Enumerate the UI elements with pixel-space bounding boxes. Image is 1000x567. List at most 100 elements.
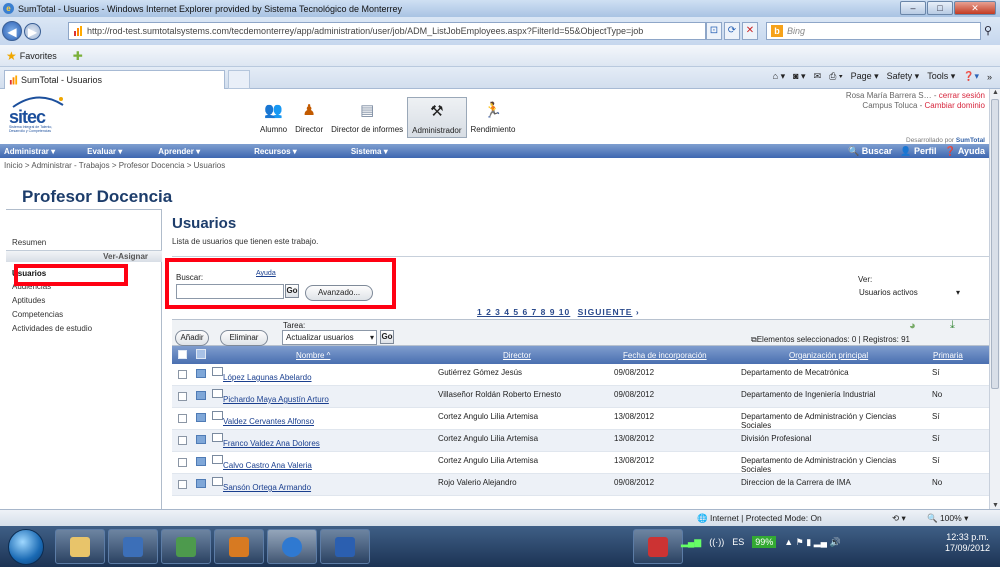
- profile-card-icon[interactable]: [196, 391, 206, 400]
- menu-evaluar[interactable]: Evaluar ▾: [87, 147, 122, 156]
- user-name-link[interactable]: López Lagunas Abelardo: [223, 373, 312, 382]
- menu-recursos[interactable]: Recursos ▾: [254, 147, 297, 156]
- close-button[interactable]: ✕: [954, 1, 996, 15]
- taskbar-powerpoint[interactable]: [214, 529, 264, 564]
- taskbar-explorer[interactable]: [55, 529, 105, 564]
- row-checkbox[interactable]: [178, 436, 187, 445]
- row-checkbox[interactable]: [178, 414, 187, 423]
- col-organizacion[interactable]: Organización principal: [789, 351, 868, 360]
- email-icon[interactable]: [212, 455, 223, 464]
- delete-button[interactable]: Eliminar: [220, 330, 268, 346]
- profile-card-icon[interactable]: [196, 435, 206, 444]
- favorites-button[interactable]: Favorites: [20, 51, 57, 61]
- role-director-informes[interactable]: ▤ Director de informes: [327, 97, 407, 138]
- wireless-icon[interactable]: ((·)): [709, 537, 724, 547]
- row-checkbox[interactable]: [178, 458, 187, 467]
- compat-icon[interactable]: ⊡: [706, 22, 722, 40]
- row-checkbox[interactable]: [178, 480, 187, 489]
- task-go-button[interactable]: Go: [380, 330, 394, 344]
- back-button[interactable]: ◀: [2, 21, 22, 41]
- role-alumno[interactable]: 👥 Alumno: [256, 97, 291, 138]
- sidebar-item-aptitudes[interactable]: Aptitudes: [12, 296, 45, 305]
- col-director[interactable]: Director: [503, 351, 531, 360]
- change-domain-link[interactable]: Cambiar dominio: [925, 101, 985, 110]
- search-icon[interactable]: ⚲: [984, 24, 992, 37]
- sidebar-item-competencias[interactable]: Competencias: [12, 310, 63, 319]
- page-menu[interactable]: Page ▾: [851, 71, 879, 82]
- stop-icon[interactable]: ✕: [742, 22, 758, 40]
- profile-link[interactable]: 👤 Perfil: [900, 146, 936, 157]
- taskbar-media[interactable]: [108, 529, 158, 564]
- menu-aprender[interactable]: Aprender ▾: [158, 147, 200, 156]
- scroll-down-icon[interactable]: ▼: [992, 502, 999, 509]
- view-select[interactable]: Usuarios activos ▾: [856, 286, 962, 301]
- research-icon[interactable]: »: [987, 72, 992, 82]
- signal-icon[interactable]: ▂▄▆: [681, 537, 701, 548]
- scroll-thumb[interactable]: [991, 99, 999, 389]
- search-link[interactable]: 🔍 Buscar: [848, 146, 892, 157]
- row-checkbox[interactable]: [178, 370, 187, 379]
- forward-button[interactable]: ▶: [24, 22, 41, 40]
- menu-sistema[interactable]: Sistema ▾: [351, 147, 388, 156]
- tab-sumtotal-usuarios[interactable]: SumTotal - Usuarios: [4, 70, 225, 89]
- col-fecha[interactable]: Fecha de incorporación: [623, 351, 707, 360]
- zoom-control[interactable]: 🔍 100% ▾: [927, 513, 968, 524]
- next-link[interactable]: SIGUIENTE: [578, 307, 633, 317]
- vertical-scrollbar[interactable]: ▲ ▼: [989, 89, 1000, 509]
- battery-indicator[interactable]: 99%: [752, 536, 777, 548]
- role-rendimiento[interactable]: 🏃 Rendimiento: [467, 97, 520, 138]
- menu-administrar[interactable]: Administrar ▾: [4, 147, 55, 156]
- select-all-checkbox[interactable]: [178, 350, 187, 359]
- profile-card-icon[interactable]: [196, 413, 206, 422]
- favorites-star-icon[interactable]: ★: [6, 49, 17, 63]
- taskbar-word[interactable]: [320, 529, 370, 564]
- sidebar-item-resumen[interactable]: Resumen: [12, 238, 46, 247]
- email-icon[interactable]: [212, 411, 223, 420]
- user-name-link[interactable]: Valdez Cervantes Alfonso: [223, 417, 314, 426]
- page-links[interactable]: 1 2 3 4 5 6 7 8 9 10: [477, 307, 570, 317]
- sidebar-item-actividades[interactable]: Actividades de estudio: [12, 324, 92, 333]
- profile-card-icon[interactable]: [196, 457, 206, 466]
- add-favorite-icon[interactable]: ✚: [73, 49, 83, 63]
- profile-card-icon[interactable]: [196, 369, 206, 378]
- export-icon[interactable]: ⤓: [950, 319, 955, 332]
- task-select[interactable]: Actualizar usuarios ▾: [282, 330, 377, 345]
- clock[interactable]: 12:33 p.m. 17/09/2012: [945, 532, 990, 554]
- taskbar-ie[interactable]: [267, 529, 317, 564]
- user-name-link[interactable]: Pichardo Maya Agustín Arturo: [223, 395, 329, 404]
- mail-icon[interactable]: ✉: [814, 71, 822, 82]
- email-icon[interactable]: [212, 433, 223, 442]
- refresh-icon[interactable]: ⟳: [724, 22, 740, 40]
- role-director[interactable]: ♟ Director: [291, 97, 327, 138]
- help-icon[interactable]: ❓▾: [963, 71, 979, 82]
- address-field[interactable]: http://rod-test.sumtotalsystems.com/tecd…: [68, 22, 706, 40]
- safety-menu[interactable]: Safety ▾: [887, 71, 920, 82]
- feeds-icon[interactable]: ◙ ▾: [793, 71, 805, 82]
- settings-icon[interactable]: ◕: [909, 320, 916, 332]
- taskbar-network[interactable]: [161, 529, 211, 564]
- logout-link[interactable]: cerrar sesión: [939, 91, 985, 100]
- email-icon[interactable]: [212, 367, 223, 376]
- user-name-link[interactable]: Franco Valdez Ana Dolores: [223, 439, 320, 448]
- col-nombre[interactable]: Nombre ^: [296, 351, 330, 360]
- email-icon[interactable]: [212, 389, 223, 398]
- language-indicator[interactable]: ES: [732, 537, 744, 547]
- row-checkbox[interactable]: [178, 392, 187, 401]
- column-options-icon[interactable]: [196, 349, 206, 359]
- add-button[interactable]: Añadir: [175, 330, 209, 346]
- taskbar-app[interactable]: [633, 529, 683, 564]
- home-icon[interactable]: ⌂ ▾: [773, 71, 785, 82]
- next-arrow-icon[interactable]: ›: [636, 307, 640, 317]
- start-button[interactable]: [8, 529, 44, 565]
- print-icon[interactable]: ⎙ ▾: [829, 71, 842, 82]
- tray-icons[interactable]: ▲ ⚑ ▮ ▂▄ 🔊: [784, 537, 840, 548]
- breadcrumb[interactable]: Inicio > Administrar - Trabajos > Profes…: [4, 161, 225, 170]
- tools-menu[interactable]: Tools ▾: [927, 71, 955, 82]
- maximize-button[interactable]: □: [927, 1, 953, 15]
- search-box[interactable]: b Bing: [766, 22, 981, 40]
- col-primaria[interactable]: Primaria: [933, 351, 963, 360]
- minimize-button[interactable]: –: [900, 1, 926, 15]
- scroll-up-icon[interactable]: ▲: [992, 89, 999, 96]
- user-name-link[interactable]: Sansón Ortega Armando: [223, 483, 311, 492]
- user-name-link[interactable]: Calvo Castro Ana Valeria: [223, 461, 312, 470]
